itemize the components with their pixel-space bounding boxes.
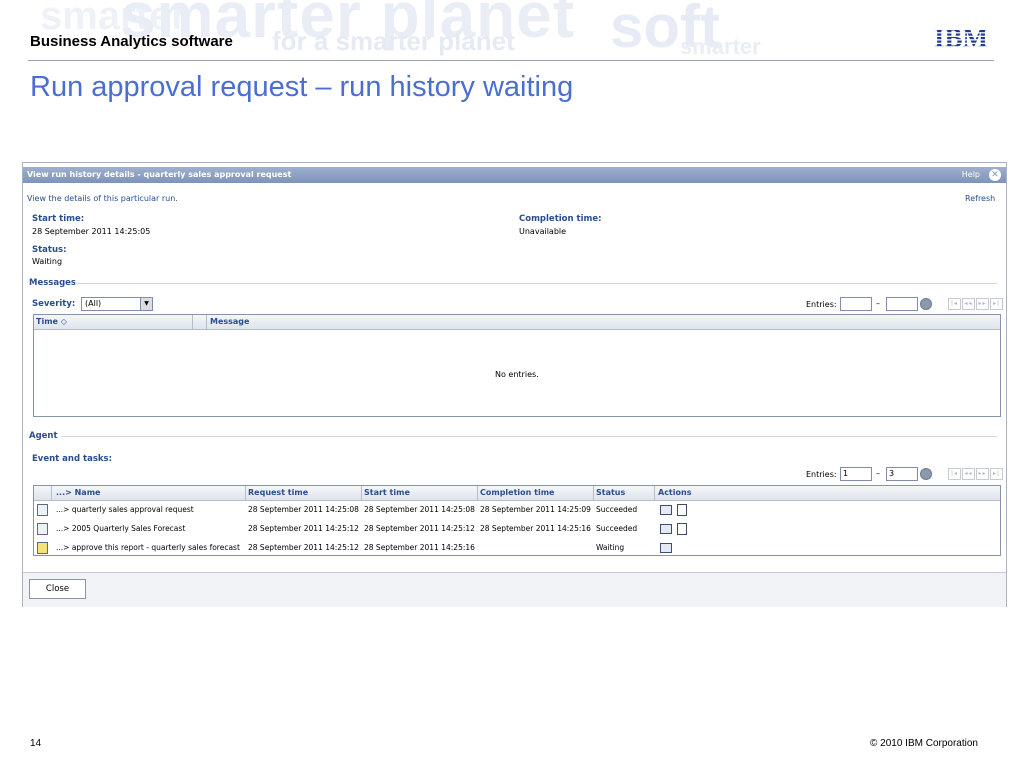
dialog-titlebar: View run history details - quarterly sal… <box>23 167 1006 183</box>
events-pager[interactable]: |◂ ◂◂ ▸▸ ▸| <box>948 468 1004 480</box>
column-header-status[interactable]: Status <box>596 488 625 497</box>
table-row: ...> 2005 Quarterly Sales Forecast 28 Se… <box>34 520 1000 538</box>
prev-page-icon: ◂◂ <box>962 298 975 310</box>
messages-entries-from[interactable] <box>840 297 872 311</box>
watermark-text: for a smarter planet <box>272 26 515 56</box>
request-time: 28 September 2011 14:25:12 <box>248 543 359 552</box>
messages-pager[interactable]: |◂ ◂◂ ▸▸ ▸| <box>948 298 1004 310</box>
help-link[interactable]: Help <box>962 170 980 179</box>
event-name[interactable]: ...> 2005 Quarterly Sales Forecast <box>56 524 185 533</box>
page-number: 14 <box>30 738 42 749</box>
section-title: Business Analytics software <box>30 33 233 50</box>
events-table: ...> Name Request time Start time Comple… <box>33 485 1001 556</box>
run-history-dialog: View run history details - quarterly sal… <box>22 162 1007 607</box>
close-button[interactable]: Close <box>29 579 86 599</box>
approval-task-icon <box>37 542 48 554</box>
prev-page-icon: ◂◂ <box>962 468 975 480</box>
status-label: Status: <box>32 245 67 255</box>
status: Succeeded <box>596 505 638 514</box>
first-page-icon: |◂ <box>948 468 961 480</box>
start-time-value: 28 September 2011 14:25:05 <box>32 227 151 236</box>
go-icon[interactable] <box>920 298 932 310</box>
go-icon[interactable] <box>920 468 932 480</box>
refresh-link[interactable]: Refresh <box>965 194 995 203</box>
copyright: © 2010 IBM Corporation <box>870 738 978 749</box>
events-entries-label: Entries: <box>806 470 837 479</box>
messages-divider <box>75 283 997 284</box>
column-header-time[interactable]: Time ◇ <box>36 317 67 326</box>
start-time: 28 September 2011 14:25:12 <box>364 524 475 533</box>
watermark-text: smarter <box>680 34 761 59</box>
table-row: ...> approve this report - quarterly sal… <box>34 539 1000 557</box>
events-table-header: ...> Name Request time Start time Comple… <box>34 486 1000 501</box>
agent-divider <box>61 436 997 437</box>
view-details-icon[interactable] <box>660 524 672 534</box>
events-entries-to[interactable]: 3 <box>886 467 918 481</box>
status: Waiting <box>596 543 625 552</box>
view-details-icon[interactable] <box>660 543 672 553</box>
start-time: 28 September 2011 14:25:08 <box>364 505 475 514</box>
view-output-icon[interactable] <box>677 523 687 535</box>
empty-message: No entries. <box>495 370 539 379</box>
severity-select[interactable]: (All) ▼ <box>81 297 153 311</box>
table-row: ...> quarterly sales approval request 28… <box>34 501 1000 519</box>
last-page-icon: ▸| <box>990 298 1003 310</box>
dialog-title: View run history details - quarterly sal… <box>27 170 292 179</box>
completion-time: 28 September 2011 14:25:09 <box>480 505 591 514</box>
status-value: Waiting <box>32 257 63 266</box>
close-icon[interactable]: ✕ <box>989 169 1001 181</box>
events-entries-from[interactable]: 1 <box>840 467 872 481</box>
messages-table: Time ◇ Message No entries. <box>33 314 1001 417</box>
request-time: 28 September 2011 14:25:08 <box>248 505 359 514</box>
column-header-message[interactable]: Message <box>210 317 249 326</box>
completion-time: 28 September 2011 14:25:16 <box>480 524 591 533</box>
view-details-icon[interactable] <box>660 505 672 515</box>
messages-table-header: Time ◇ Message <box>34 315 1000 330</box>
ibm-logo-text: IBM <box>934 23 988 51</box>
ibm-logo: IBM <box>934 23 988 51</box>
header-divider <box>28 60 994 61</box>
event-name[interactable]: ...> approve this report - quarterly sal… <box>56 543 240 552</box>
severity-label: Severity: <box>32 299 76 309</box>
start-time: 28 September 2011 14:25:16 <box>364 543 475 552</box>
severity-value: (All) <box>85 299 102 308</box>
first-page-icon: |◂ <box>948 298 961 310</box>
events-section-label: Event and tasks: <box>32 454 112 464</box>
page-title: Run approval request – run history waiti… <box>30 71 574 103</box>
report-icon <box>37 523 48 535</box>
dialog-description: View the details of this particular run. <box>27 194 178 203</box>
column-header-name[interactable]: ...> Name <box>56 488 100 497</box>
next-page-icon: ▸▸ <box>976 468 989 480</box>
completion-time-label: Completion time: <box>519 214 602 224</box>
request-time: 28 September 2011 14:25:12 <box>248 524 359 533</box>
column-header-start-time[interactable]: Start time <box>364 488 410 497</box>
start-time-label: Start time: <box>32 214 85 224</box>
messages-entries-label: Entries: <box>806 300 837 309</box>
agent-section-label: Agent <box>29 431 58 441</box>
column-header-request-time[interactable]: Request time <box>248 488 308 497</box>
range-dash: – <box>876 469 880 478</box>
view-output-icon[interactable] <box>677 504 687 516</box>
column-header-completion-time[interactable]: Completion time <box>480 488 554 497</box>
next-page-icon: ▸▸ <box>976 298 989 310</box>
slide-banner: smarter smarter planet for a smarter pla… <box>0 0 1024 62</box>
completion-time-value: Unavailable <box>519 227 567 236</box>
job-icon <box>37 504 48 516</box>
messages-section-label: Messages <box>29 278 76 288</box>
chevron-down-icon: ▼ <box>140 298 152 310</box>
range-dash: – <box>876 299 880 308</box>
column-header-actions: Actions <box>658 488 692 497</box>
dialog-footer: Close <box>23 572 1006 607</box>
messages-entries-to[interactable] <box>886 297 918 311</box>
last-page-icon: ▸| <box>990 468 1003 480</box>
status: Succeeded <box>596 524 638 533</box>
event-name[interactable]: ...> quarterly sales approval request <box>56 505 194 514</box>
